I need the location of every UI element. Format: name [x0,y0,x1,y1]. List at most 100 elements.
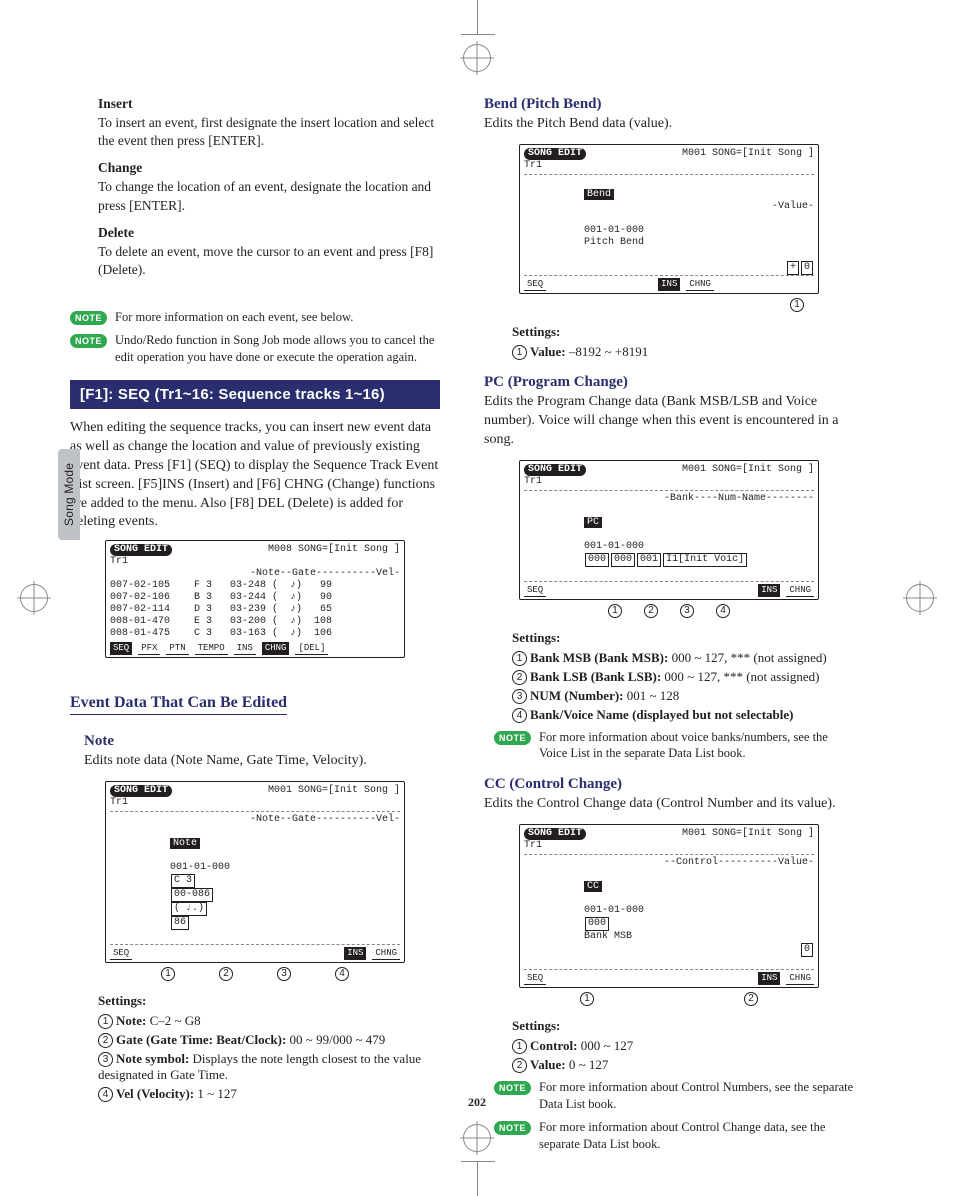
lcd-function-tabs: SEQ INS CHNG [524,278,714,291]
two-column-layout: Insert To insert an event, first designa… [70,96,884,1159]
lcd-location: 001-01-000 [584,905,644,916]
setting-line: 1Value: –8192 ~ +8191 [512,344,854,360]
callout-row: 1 2 3 4 [70,967,440,981]
lcd-vel-value: 86 [171,916,189,930]
lcd-tab: CHNG [686,278,714,291]
crop-mark-bottom [477,1162,478,1196]
note-badge-icon: NOTE [494,731,531,745]
note-text-1: For more information on each event, see … [115,309,353,326]
callout-circle: 1 [580,992,594,1006]
lcd-symbol-value: ( ♩.) [171,902,207,916]
setting-line: 2Bank LSB (Bank LSB): 000 ~ 127, *** (no… [512,669,854,685]
lcd-field-label: Bend [584,189,614,200]
note-row: NOTE For more information about Control … [494,1119,854,1153]
lcd-tab: INS [234,642,256,655]
setting-line: 2Gate (Gate Time: Beat/Clock): 00 ~ 99/0… [98,1032,440,1048]
lcd-value-row: PC 001-01-000 000000001I1[Init Voic] [524,505,814,579]
lcd-title-tab: SONG EDIT [524,464,586,476]
lcd-function-tabs: SEQ INS CHNG [524,584,814,597]
registration-mark-bottom [463,1124,491,1152]
lcd-column-header: -Note--Gate----------Vel- [110,814,400,826]
callout-circle: 1 [161,967,175,981]
note-subbody: Edits note data (Note Name, Gate Time, V… [84,752,440,771]
callout-row: 1 2 [484,992,854,1006]
lcd-value: 0 [801,261,813,275]
lcd-tab: INS [658,278,680,291]
lcd-column-header: -Note--Gate----------Vel- [110,568,400,580]
manual-page: Song Mode Insert To insert an event, fir… [0,0,954,1196]
pc-body: Edits the Program Change data (Bank MSB/… [484,393,854,450]
lcd-tab: TEMPO [195,642,228,655]
callout-circle: 2 [644,604,658,618]
note-row: NOTE For more information on each event,… [70,309,440,326]
lcd-field-label: Note [170,838,200,849]
lcd-location: 001-01-000 [584,225,644,236]
lcd-title-right: M001 SONG=[Init Song ] [268,785,400,797]
lcd-tab: PTN [166,642,188,655]
lcd-track: Tr1 [110,797,400,809]
note-badge-icon: NOTE [494,1081,531,1095]
lcd-function-tabs: SEQ INS CHNG [524,972,814,985]
crop-mark-top [477,0,478,34]
lcd-tab: SEQ [524,584,546,597]
lcd-track: Tr1 [110,556,400,568]
lcd-function-tabs: SEQ INS CHNG [110,947,400,960]
settings-label: Settings: [512,630,854,646]
registration-mark-top [463,44,491,72]
delete-heading: Delete [98,225,440,241]
delete-body: To delete an event, move the cursor to a… [98,243,440,279]
lcd-bank-msb: 000 [585,553,609,567]
registration-mark-right [906,584,934,612]
lcd-column-header: -Bank----Num-Name-------- [524,493,814,505]
lcd-tab: [DEL] [295,642,328,655]
lcd-tab: INS [758,972,780,985]
change-heading: Change [98,160,440,176]
lcd-sign: + [787,261,799,275]
lcd-tab: CHNG [786,972,814,985]
registration-mark-left [20,584,48,612]
lcd-bend-edit: SONG EDIT M001 SONG=[Init Song ] Tr1 Ben… [519,144,819,294]
cc-heading: CC (Control Change) [484,776,854,793]
seq-body: When editing the sequence tracks, you ca… [70,419,440,532]
note-text-2: Undo/Redo function in Song Job mode allo… [115,332,440,366]
note-subheading: Note [84,733,440,750]
note-row: NOTE Undo/Redo function in Song Job mode… [70,332,440,366]
lcd-gate-value: 00-086 [171,888,213,902]
callout-circle: 2 [219,967,233,981]
lcd-event-row: 007-02-114 D 3 03-239 ( ♪) 65 [110,604,400,616]
cc-note-2: For more information about Control Chang… [539,1119,854,1153]
settings-label: Settings: [512,324,854,340]
insert-body: To insert an event, first designate the … [98,114,440,150]
lcd-field-label: PC [584,517,602,528]
lcd-note-value: C 3 [171,874,195,888]
lcd-value-header: -Value- [772,201,814,213]
bend-heading: Bend (Pitch Bend) [484,96,854,113]
lcd-tab: SEQ [524,278,546,291]
lcd-field-label: CC [584,881,602,892]
lcd-location: 001-01-000 [584,541,644,552]
lcd-ctrl-name: Bank MSB [584,931,632,942]
lcd-track: Tr1 [524,840,814,852]
lcd-tab: INS [758,584,780,597]
lcd-value-row: Bend -Value- 001-01-000 Pitch Bend +0 [524,177,814,273]
lcd-tab: SEQ [524,972,546,985]
lcd-event-row: 008-01-470 E 3 03-200 ( ♪) 108 [110,616,400,628]
page-number: 202 [0,1095,954,1110]
lcd-title-tab: SONG EDIT [524,148,586,160]
lcd-title-tab: SONG EDIT [110,785,172,797]
lcd-num: 001 [637,553,661,567]
cc-body: Edits the Control Change data (Control N… [484,795,854,814]
callout-circle: 1 [608,604,622,618]
insert-heading: Insert [98,96,440,112]
callout-row: 1 [484,298,854,312]
bend-body: Edits the Pitch Bend data (value). [484,115,854,134]
lcd-bank-lsb: 000 [611,553,635,567]
lcd-seq-eventlist: SONG EDIT M008 SONG=[Init Song ] Tr1 -No… [105,540,405,658]
editable-event-heading: Event Data That Can Be Edited [70,694,287,715]
lcd-tab: SEQ [110,642,132,655]
setting-line: 1Control: 000 ~ 127 [512,1038,854,1054]
lcd-title-right: M001 SONG=[Init Song ] [682,464,814,476]
settings-label: Settings: [512,1018,854,1034]
note-badge-icon: NOTE [70,311,107,325]
lcd-column-header: --Control----------Value- [524,857,814,869]
